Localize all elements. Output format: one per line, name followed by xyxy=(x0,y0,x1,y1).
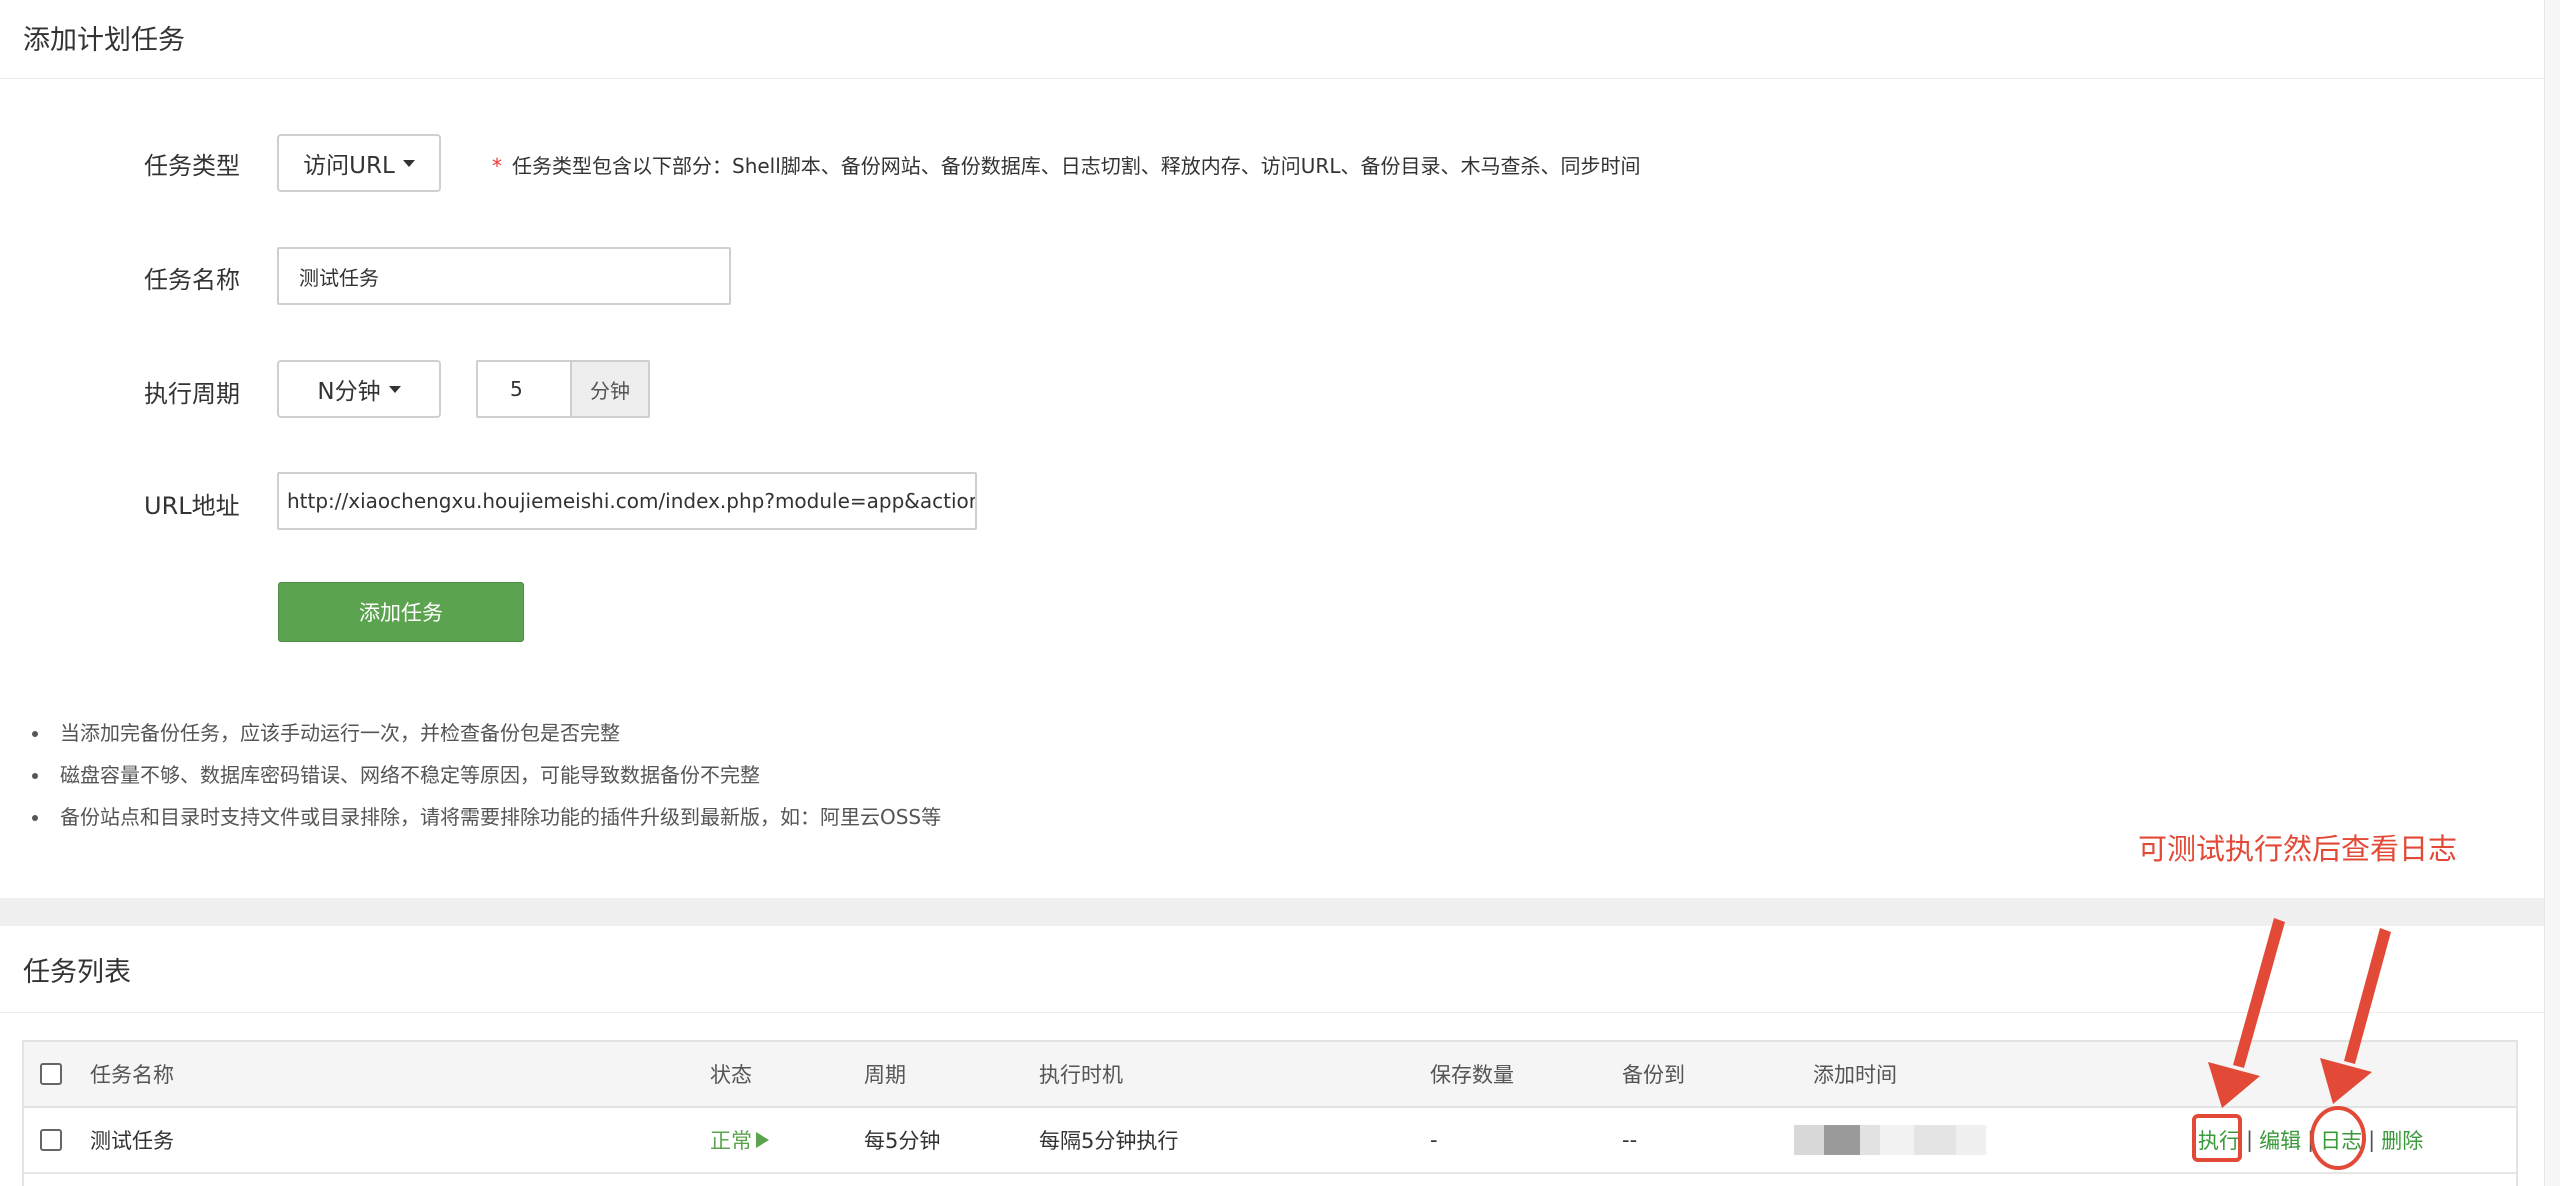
redacted-blur xyxy=(1794,1125,1986,1155)
op-separator: | xyxy=(2368,1128,2376,1152)
play-icon xyxy=(756,1132,769,1148)
row-checkbox[interactable] xyxy=(40,1108,62,1172)
task-name-input[interactable]: 测试任务 xyxy=(277,247,731,305)
divider xyxy=(0,1012,2544,1013)
row-status[interactable]: 正常 xyxy=(710,1108,769,1172)
divider xyxy=(0,78,2544,79)
column-header-period: 周期 xyxy=(864,1063,906,1087)
task-table: 任务名称 状态 周期 执行时机 保存数量 备份到 添加时间 测试任务 正常 每5… xyxy=(22,1040,2518,1186)
url-label: URL地址 xyxy=(144,492,240,520)
column-header-add-time: 添加时间 xyxy=(1813,1063,1897,1087)
caret-down-icon xyxy=(402,159,415,167)
row-timing: 每隔5分钟执行 xyxy=(1039,1129,1179,1153)
table-header: 任务名称 状态 周期 执行时机 保存数量 备份到 添加时间 xyxy=(24,1042,2516,1108)
annotation-text: 可测试执行然后查看日志 xyxy=(2138,832,2458,866)
row-backup-to: -- xyxy=(1622,1128,1638,1152)
tip-item: 当添加完备份任务，应该手动运行一次，并检查备份包是否完整 xyxy=(30,712,941,754)
checkbox-icon xyxy=(40,1129,62,1151)
select-all-checkbox[interactable] xyxy=(40,1042,62,1106)
log-link[interactable]: 日志 xyxy=(2320,1125,2362,1155)
column-header-save-count: 保存数量 xyxy=(1430,1063,1514,1087)
row-period: 每5分钟 xyxy=(864,1129,941,1153)
caret-down-icon xyxy=(388,385,401,393)
row-status-text: 正常 xyxy=(710,1129,752,1153)
table-row: 测试任务 正常 每5分钟 每隔5分钟执行 - -- 执行 | 编辑 | 日志 |… xyxy=(24,1108,2516,1174)
op-separator: | xyxy=(2307,1128,2315,1152)
row-task-name: 测试任务 xyxy=(90,1129,174,1153)
required-star: * xyxy=(492,154,502,178)
column-header-status: 状态 xyxy=(710,1063,752,1087)
add-task-panel: 添加计划任务 任务类型 访问URL * 任务类型包含以下部分：Shell脚本、备份… xyxy=(0,0,2544,898)
task-type-hint: * 任务类型包含以下部分：Shell脚本、备份网站、备份数据库、日志切割、释放内存… xyxy=(492,150,1640,179)
period-type-value: N分钟 xyxy=(317,379,381,405)
row-operations: 执行 | 编辑 | 日志 | 删除 xyxy=(2198,1108,2423,1172)
period-minutes-input[interactable]: 5 xyxy=(476,360,572,418)
task-type-value: 访问URL xyxy=(303,153,395,179)
url-input[interactable]: http://xiaochengxu.houjiemeishi.com/inde… xyxy=(277,472,977,530)
row-save-count: - xyxy=(1430,1128,1438,1152)
column-header-timing: 执行时机 xyxy=(1039,1063,1123,1087)
task-list-panel: 任务列表 任务名称 状态 周期 执行时机 保存数量 备份到 添加时间 测试任务 … xyxy=(0,926,2544,1186)
scrollbar[interactable] xyxy=(2544,0,2560,1186)
tip-item: 磁盘容量不够、数据库密码错误、网络不稳定等原因，可能导致数据备份不完整 xyxy=(30,754,941,796)
period-unit-addon: 分钟 xyxy=(572,360,650,418)
delete-link[interactable]: 删除 xyxy=(2381,1125,2423,1155)
task-name-label: 任务名称 xyxy=(144,266,240,294)
period-label: 执行周期 xyxy=(144,380,240,408)
period-type-dropdown[interactable]: N分钟 xyxy=(277,360,441,418)
column-header-backup-to: 备份到 xyxy=(1622,1063,1685,1087)
edit-link[interactable]: 编辑 xyxy=(2259,1125,2301,1155)
column-header-name: 任务名称 xyxy=(90,1063,174,1087)
task-list-title: 任务列表 xyxy=(23,957,131,988)
checkbox-icon xyxy=(40,1063,62,1085)
task-type-dropdown[interactable]: 访问URL xyxy=(277,134,441,192)
tips-list: 当添加完备份任务，应该手动运行一次，并检查备份包是否完整 磁盘容量不够、数据库密… xyxy=(30,712,941,838)
page-title: 添加计划任务 xyxy=(23,25,185,56)
op-separator: | xyxy=(2246,1128,2254,1152)
row-add-time-blurred xyxy=(1794,1108,1986,1172)
task-type-hint-text: 任务类型包含以下部分：Shell脚本、备份网站、备份数据库、日志切割、释放内存、… xyxy=(512,154,1641,178)
add-task-button[interactable]: 添加任务 xyxy=(278,582,524,642)
tip-item: 备份站点和目录时支持文件或目录排除，请将需要排除功能的插件升级到最新版，如：阿里… xyxy=(30,796,941,838)
run-link[interactable]: 执行 xyxy=(2198,1125,2240,1155)
task-type-label: 任务类型 xyxy=(144,152,240,180)
